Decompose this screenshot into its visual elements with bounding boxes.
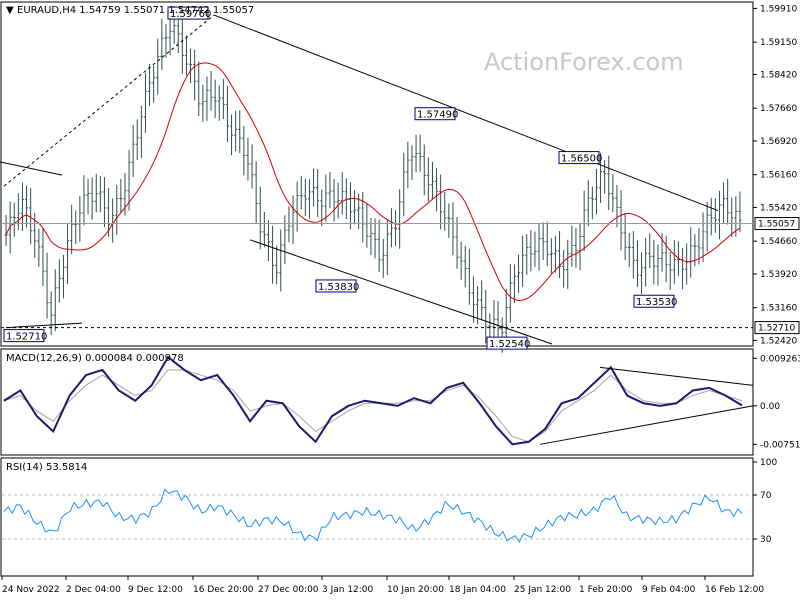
price-tick-label: 1.56920 — [760, 137, 797, 147]
rsi-tick-label: 30 — [760, 535, 772, 545]
annotation-text: 1.57490 — [417, 110, 458, 121]
annotation-text: 1.52710 — [6, 332, 47, 343]
time-tick-label: 16 Dec 20:00 — [193, 585, 254, 595]
time-tick-label: 2 Dec 04:00 — [66, 585, 121, 595]
price-tick-label: 1.54660 — [760, 237, 797, 247]
price-tick-label: 1.52420 — [760, 336, 797, 346]
time-tick-label: 25 Jan 12:00 — [514, 585, 571, 595]
price-annotation: 1.53830 — [315, 279, 359, 293]
price-tick-label: 1.53920 — [760, 270, 797, 280]
time-tick-label: 27 Dec 00:00 — [258, 585, 319, 595]
rsi-title: RSI(14) 53.5814 — [6, 462, 87, 473]
price-tick-label: 1.59150 — [760, 38, 797, 48]
price-tick-label: 1.56160 — [760, 171, 797, 181]
time-tick-label: 3 Jan 12:00 — [322, 585, 374, 595]
annotation-text: 1.53530 — [636, 297, 677, 308]
rsi-tick-label: 70 — [760, 491, 772, 501]
price-tick-label: 1.57660 — [760, 104, 797, 114]
reference-price-tag: 1.52710 — [758, 324, 795, 334]
price-annotation: 1.56500 — [558, 151, 602, 165]
price-annotation: 1.52710 — [3, 329, 47, 343]
time-tick-label: 16 Feb 12:00 — [705, 585, 764, 595]
macd-tick-label: 0.009263 — [760, 354, 800, 364]
time-tick-label: 9 Dec 12:00 — [128, 585, 183, 595]
price-tick-label: 1.53160 — [760, 304, 797, 314]
dropdown-triangle-icon[interactable]: ▼ — [6, 5, 14, 16]
price-tick-label: 1.59910 — [760, 4, 797, 14]
annotation-text: 1.56500 — [561, 154, 602, 165]
macd-tick-label: -0.007517 — [760, 440, 800, 450]
price-annotation: 1.53530 — [633, 294, 677, 308]
price-tick-label: 1.58420 — [760, 70, 797, 80]
price-tick-label: 1.55420 — [760, 203, 797, 213]
time-tick-label: 24 Nov 2022 — [2, 585, 60, 595]
time-tick-label: 1 Feb 20:00 — [579, 585, 633, 595]
time-tick-label: 10 Jan 20:00 — [387, 585, 444, 595]
annotation-text: 1.52540 — [489, 339, 530, 350]
watermark: ActionForex.com — [484, 48, 684, 76]
macd-tick-label: 0.00 — [760, 402, 780, 412]
price-annotation: 1.52540 — [486, 336, 530, 350]
macd-title: MACD(12,26,9) 0.000084 0.000978 — [6, 353, 184, 364]
price-annotation: 1.57490 — [414, 107, 458, 121]
rsi-tick-label: 100 — [760, 458, 777, 468]
chart-canvas: ActionForex.com 1.597601.574901.565001.5… — [0, 1, 800, 595]
time-tick-label: 9 Feb 04:00 — [642, 585, 696, 595]
current-price-tag: 1.55057 — [758, 220, 795, 230]
symbol-header: EURAUD,H4 1.54759 1.55071 1.54742 1.5505… — [17, 5, 254, 16]
time-tick-label: 18 Jan 04:00 — [449, 585, 506, 595]
annotation-text: 1.53830 — [318, 282, 359, 293]
